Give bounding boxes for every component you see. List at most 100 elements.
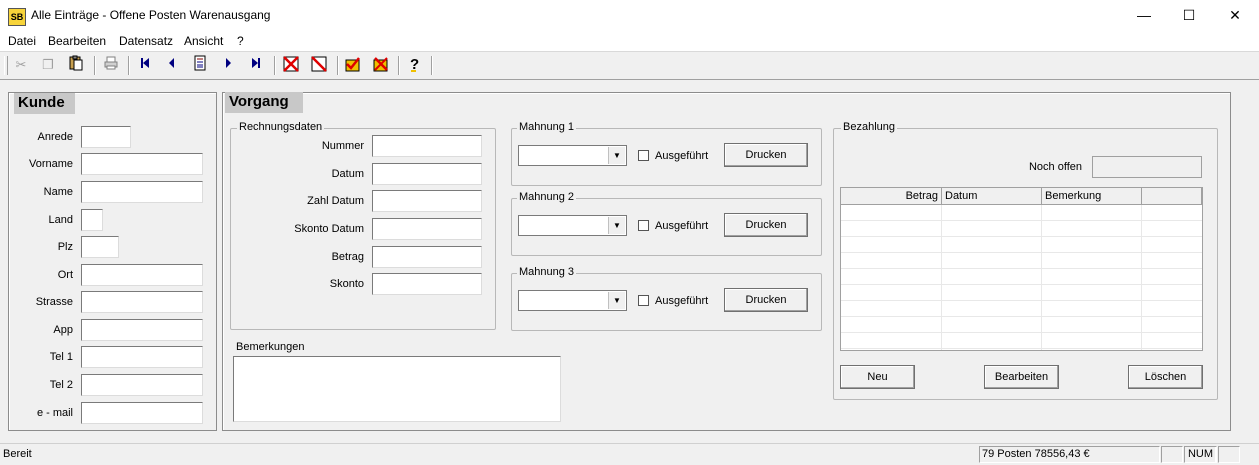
grid-column-line xyxy=(1141,205,1142,350)
mahnung-3-dropdown[interactable]: ▼ xyxy=(518,290,627,311)
noch-offen-field xyxy=(1092,156,1202,178)
neu-button[interactable]: Neu xyxy=(840,365,915,389)
grid-empty-row xyxy=(841,317,1202,333)
label-skonto-datum: Skonto Datum xyxy=(294,223,364,235)
first-record-icon[interactable] xyxy=(135,55,155,75)
new-record-icon[interactable] xyxy=(190,55,210,75)
input-nummer[interactable] xyxy=(372,135,482,157)
menu-bearbeiten[interactable]: Bearbeiten xyxy=(48,34,106,48)
input-datum[interactable] xyxy=(372,163,482,185)
mahnung-2-checkbox[interactable] xyxy=(638,220,649,231)
mahnung-1-label: Mahnung 1 xyxy=(517,121,577,133)
label-nummer: Nummer xyxy=(321,140,364,152)
last-record-icon[interactable] xyxy=(246,55,266,75)
next-record-icon[interactable] xyxy=(218,55,238,75)
label-land: Land xyxy=(48,214,73,226)
input-skonto[interactable] xyxy=(372,273,482,295)
app-icon: SB xyxy=(8,8,26,26)
print-icon[interactable] xyxy=(101,55,121,75)
grid-column-line xyxy=(941,205,942,350)
toolbar-separator xyxy=(337,56,339,75)
label-skonto: Skonto xyxy=(329,278,364,290)
bezahlung-label: Bezahlung xyxy=(841,121,897,133)
prev-record-icon[interactable] xyxy=(162,55,182,75)
paste-icon[interactable] xyxy=(66,55,86,75)
grid-header-extra[interactable] xyxy=(1142,188,1202,205)
label-anrede: Anrede xyxy=(37,131,73,143)
menu-help[interactable]: ? xyxy=(237,34,244,48)
grid-header-betrag[interactable]: Betrag xyxy=(841,188,942,205)
cut-icon[interactable]: ✂ xyxy=(11,55,31,75)
mark2-icon[interactable] xyxy=(371,55,391,75)
mark-icon[interactable] xyxy=(343,55,363,75)
status-num: NUM xyxy=(1184,446,1217,463)
input-betrag[interactable] xyxy=(372,246,482,268)
menu-datensatz[interactable]: Datensatz xyxy=(119,34,173,48)
mahnung-2-drucken-button[interactable]: Drucken xyxy=(724,213,808,237)
status-bar: Bereit 79 Posten 78556,43 € NUM xyxy=(0,443,1259,465)
label-datum: Datum xyxy=(331,168,364,180)
input-app[interactable] xyxy=(81,319,203,341)
toolbar-separator xyxy=(128,56,130,75)
input-strasse[interactable] xyxy=(81,291,203,313)
menu-datei[interactable]: Datei xyxy=(8,34,36,48)
mahnung-2-checkbox-label: Ausgeführt xyxy=(655,220,709,232)
minimize-button[interactable]: — xyxy=(1121,0,1167,31)
toolbar-separator xyxy=(274,56,276,75)
toolbar-separator xyxy=(431,56,433,75)
noch-offen-label: Noch offen xyxy=(1028,161,1082,173)
toolbar-separator xyxy=(398,56,400,75)
input-tel-2[interactable] xyxy=(81,374,203,396)
input-zahl-datum[interactable] xyxy=(372,190,482,212)
chevron-down-icon[interactable]: ▼ xyxy=(608,292,625,309)
input-skonto-datum[interactable] xyxy=(372,218,482,240)
input-ort[interactable] xyxy=(81,264,203,286)
grid-column-line xyxy=(1041,205,1042,350)
grid-header-datum[interactable]: Datum xyxy=(942,188,1042,205)
label-zahl-datum: Zahl Datum xyxy=(307,195,364,207)
bearbeiten-button[interactable]: Bearbeiten xyxy=(984,365,1059,389)
grid-empty-row xyxy=(841,253,1202,269)
delete-red-x-icon[interactable] xyxy=(281,55,301,75)
chevron-down-icon[interactable]: ▼ xyxy=(608,147,625,164)
input-anrede[interactable] xyxy=(81,126,131,148)
loeschen-button[interactable]: Löschen xyxy=(1128,365,1203,389)
mahnung-3-label: Mahnung 3 xyxy=(517,266,577,278)
bemerkungen-textarea[interactable] xyxy=(233,356,561,422)
label-plz: Plz xyxy=(57,241,73,253)
label-betrag: Betrag xyxy=(331,251,364,263)
input-land[interactable] xyxy=(81,209,103,231)
grid-empty-row xyxy=(841,221,1202,237)
payments-grid[interactable]: Betrag Datum Bemerkung xyxy=(840,187,1203,351)
mahnung-1-dropdown[interactable]: ▼ xyxy=(518,145,627,166)
chevron-down-icon[interactable]: ▼ xyxy=(608,217,625,234)
grid-empty-row xyxy=(841,301,1202,317)
input-plz[interactable] xyxy=(81,236,119,258)
mahnung-1-checkbox-label: Ausgeführt xyxy=(655,150,709,162)
mahnung-3-drucken-button[interactable]: Drucken xyxy=(724,288,808,312)
close-button[interactable]: ✕ xyxy=(1212,0,1258,31)
input-vorname[interactable] xyxy=(81,153,203,175)
mahnung-1-checkbox[interactable] xyxy=(638,150,649,161)
mahnung-3-checkbox[interactable] xyxy=(638,295,649,306)
menu-bar: Datei Bearbeiten Datensatz Ansicht ? xyxy=(0,31,1259,52)
label-ort: Ort xyxy=(57,269,73,281)
help-icon[interactable]: ? xyxy=(405,55,425,75)
copy-icon[interactable]: ❐ xyxy=(38,55,58,75)
input-e-mail[interactable] xyxy=(81,402,203,424)
mahnung-1-drucken-button[interactable]: Drucken xyxy=(724,143,808,167)
input-tel-1[interactable] xyxy=(81,346,203,368)
delete-filter-icon[interactable] xyxy=(309,55,329,75)
status-text: Bereit xyxy=(3,448,32,460)
label-app: App xyxy=(53,324,73,336)
vorgang-title: Vorgang xyxy=(225,92,303,113)
label-strasse: Strasse xyxy=(35,296,73,308)
input-name[interactable] xyxy=(81,181,203,203)
maximize-button[interactable]: ☐ xyxy=(1166,0,1212,31)
rechnungsdaten-label: Rechnungsdaten xyxy=(237,121,325,133)
menu-ansicht[interactable]: Ansicht xyxy=(184,34,223,48)
grid-header-bemerkung[interactable]: Bemerkung xyxy=(1042,188,1142,205)
mahnung-2-dropdown[interactable]: ▼ xyxy=(518,215,627,236)
grid-empty-row xyxy=(841,333,1202,349)
label-tel-2: Tel 2 xyxy=(49,379,73,391)
